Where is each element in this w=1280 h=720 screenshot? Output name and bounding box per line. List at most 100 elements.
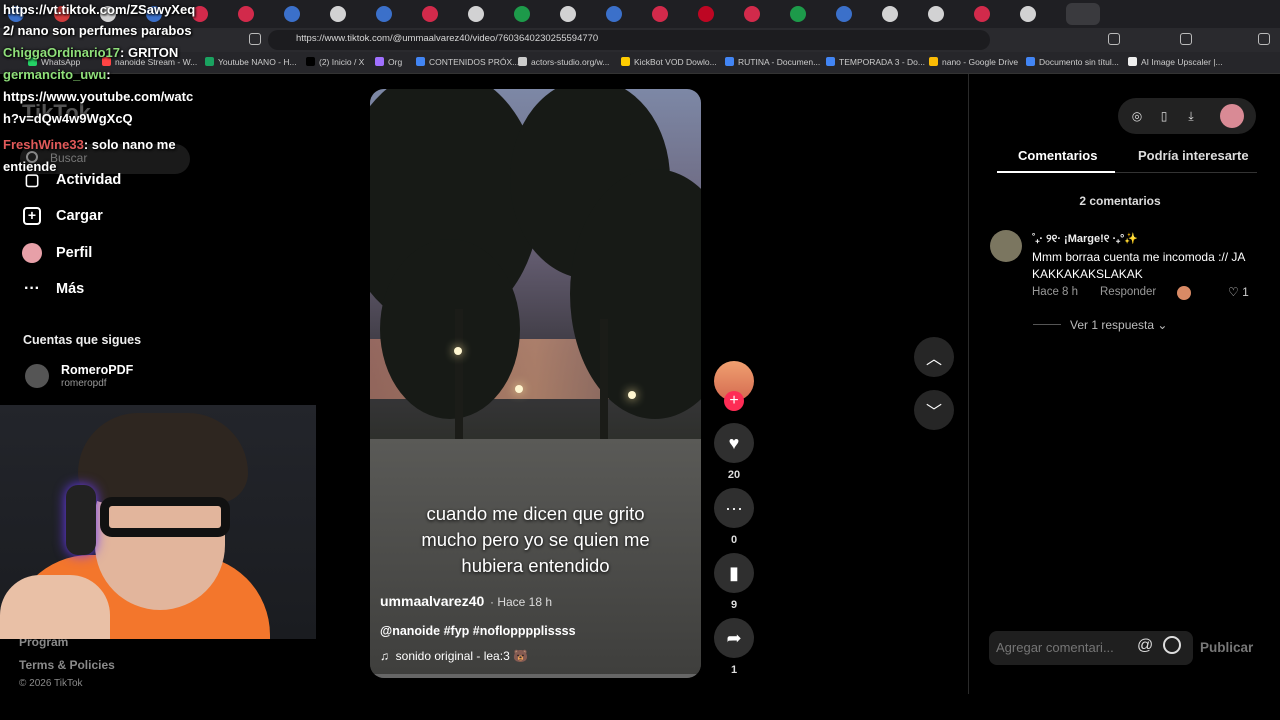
next-video-button[interactable]: ﹀	[914, 390, 954, 430]
chat-message: https://www.youtube.com/watc	[3, 89, 194, 104]
heart-outline-icon: ♡	[1228, 285, 1243, 299]
heart-icon: ♥	[728, 432, 740, 453]
bookmark-item[interactable]: Youtube NANO - H...	[205, 57, 297, 67]
chat-message: h?v=dQw4w9WgXcQ	[3, 111, 133, 126]
comment-bubble-icon: ···	[725, 497, 743, 518]
extensions-icon[interactable]	[1108, 33, 1120, 45]
sidebar-item-profile[interactable]: Perfil	[22, 243, 92, 263]
sidebar-item-upload[interactable]: + Cargar	[22, 206, 103, 226]
bookmark-item[interactable]: (2) Inicio / X	[306, 57, 364, 67]
menu-icon[interactable]	[1258, 33, 1270, 45]
bookmark-item[interactable]: Org	[375, 57, 402, 67]
creator-liked-badge	[1177, 286, 1191, 300]
comment-like-button[interactable]: ♡ 1	[1228, 285, 1249, 299]
bookmark-star-icon[interactable]	[249, 33, 261, 45]
bookmark-item[interactable]: actors-studio.org/w...	[518, 57, 609, 67]
sidebar-item-label: Cargar	[56, 208, 103, 224]
share-button[interactable]: ➦	[714, 618, 754, 658]
bookmark-item[interactable]: AI Image Upscaler |...	[1128, 57, 1223, 67]
chat-message: 2/ nano son perfumes parabos	[3, 23, 192, 38]
bookmark-favicon-icon	[416, 57, 425, 66]
bookmark-item[interactable]: CONTENIDOS PRÓX...	[416, 57, 519, 67]
like-button[interactable]: ♥	[714, 423, 754, 463]
video-sound[interactable]: ♫ sonido original - lea:3 🐻	[380, 649, 528, 663]
commenter-avatar[interactable]	[990, 230, 1022, 262]
save-button[interactable]: ▮	[714, 553, 754, 593]
profile-avatar-icon	[22, 243, 42, 263]
save-count: 9	[730, 599, 738, 611]
bookmark-item[interactable]: nano - Google Drive	[929, 57, 1018, 67]
bookmark-label: TEMPORADA 3 - Do...	[839, 57, 925, 67]
comment-total: 2 comentarios	[1079, 194, 1161, 208]
tab-comments[interactable]: Comentarios	[1018, 148, 1097, 163]
compass-icon[interactable]: ◎	[1130, 108, 1144, 124]
video-author[interactable]: ummaalvarez40	[380, 593, 484, 609]
browser-tab-favicon-icon[interactable]	[606, 6, 622, 22]
sidebar-item-label: Actividad	[56, 172, 122, 188]
footer-copyright: © 2026 TikTok	[19, 678, 83, 689]
bookmark-item[interactable]: KickBot VOD Dowlo...	[621, 57, 717, 67]
video-hashtags[interactable]: @nanoide #fyp #noflopppplissss	[380, 624, 576, 638]
sidebar-item-more[interactable]: ··· Más	[22, 279, 84, 299]
comment-button[interactable]: ···	[714, 488, 754, 528]
chat-message: entiende	[3, 159, 57, 174]
browser-tab-favicon-icon[interactable]	[652, 6, 668, 22]
mention-icon[interactable]: @	[1137, 637, 1153, 655]
browser-tab-favicon-icon[interactable]	[376, 6, 392, 22]
browser-tab-favicon-icon[interactable]	[928, 6, 944, 22]
bookmark-favicon-icon	[725, 57, 734, 66]
address-bar-row	[0, 28, 1280, 52]
browser-tab-favicon-icon[interactable]	[698, 6, 714, 22]
bookmark-item[interactable]: TEMPORADA 3 - Do...	[826, 57, 925, 67]
bookmark-item[interactable]: RUTINA - Documen...	[725, 57, 820, 67]
user-avatar[interactable]	[1220, 104, 1244, 128]
tab-recommended[interactable]: Podría interesarte	[1138, 148, 1249, 163]
commenter-name[interactable]: ˚₊· ୨୧· ¡Marge!୧ ·₊°✨	[1032, 232, 1138, 246]
browser-tab-favicon-icon[interactable]	[836, 6, 852, 22]
mobile-icon[interactable]: ▯	[1157, 108, 1171, 124]
download-icon[interactable]: ⤓	[1184, 108, 1198, 124]
chevron-up-icon: ︿	[925, 351, 942, 368]
browser-tab-favicon-icon[interactable]	[974, 6, 990, 22]
following-avatar[interactable]	[25, 364, 49, 388]
footer-link-terms[interactable]: Terms & Policies	[19, 658, 115, 672]
music-note-icon: ♫	[380, 649, 396, 663]
active-tab[interactable]	[1066, 3, 1100, 25]
chat-message: https://vt.tiktok.com/ZSawyXeq	[3, 2, 196, 17]
browser-tab-favicon-icon[interactable]	[744, 6, 760, 22]
comment-input[interactable]	[996, 640, 1131, 655]
browser-tab-favicon-icon[interactable]	[238, 6, 254, 22]
video-caption: cuando me dicen que grito mucho pero yo …	[421, 503, 650, 576]
browser-tab-favicon-icon[interactable]	[468, 6, 484, 22]
browser-tab-favicon-icon[interactable]	[330, 6, 346, 22]
following-account-handle: romeropdf	[61, 378, 107, 389]
share-count: 1	[730, 664, 738, 676]
chat-message: FreshWine33: solo nano me	[3, 137, 176, 152]
video-progress-bar[interactable]	[370, 674, 701, 678]
browser-tab-favicon-icon[interactable]	[422, 6, 438, 22]
like-count: 20	[727, 469, 741, 481]
publish-button[interactable]: Publicar	[1200, 640, 1253, 655]
browser-tab-favicon-icon[interactable]	[284, 6, 300, 22]
browser-tab-favicon-icon[interactable]	[514, 6, 530, 22]
reply-button[interactable]: Responder	[1100, 286, 1156, 298]
bookmark-item[interactable]: Documento sin títul...	[1026, 57, 1119, 67]
browser-tab-favicon-icon[interactable]	[882, 6, 898, 22]
bookmark-label: KickBot VOD Dowlo...	[634, 57, 717, 67]
video-player[interactable]: cuando me dicen que grito mucho pero yo …	[370, 89, 701, 678]
browser-tab-favicon-icon[interactable]	[790, 6, 806, 22]
chat-message: germancito_uwu:	[3, 67, 111, 82]
url-text[interactable]: https://www.tiktok.com/@ummaalvarez40/vi…	[296, 33, 598, 44]
following-account-name[interactable]: RomeroPDF	[61, 363, 133, 377]
browser-tab-favicon-icon[interactable]	[1020, 6, 1036, 22]
sidebar-icon[interactable]	[1180, 33, 1192, 45]
sidebar-item-label: Perfil	[56, 245, 93, 261]
emoji-icon[interactable]	[1163, 636, 1181, 654]
bookmark-favicon-icon	[826, 57, 835, 66]
comment-time: Hace 8 h	[1032, 286, 1079, 298]
follow-plus-button[interactable]: +	[724, 391, 744, 411]
previous-video-button[interactable]: ︿	[914, 337, 954, 377]
view-replies-button[interactable]: Ver 1 respuesta ⌄	[1070, 318, 1167, 332]
browser-tab-favicon-icon[interactable]	[560, 6, 576, 22]
bookmark-icon: ▮	[729, 562, 739, 583]
